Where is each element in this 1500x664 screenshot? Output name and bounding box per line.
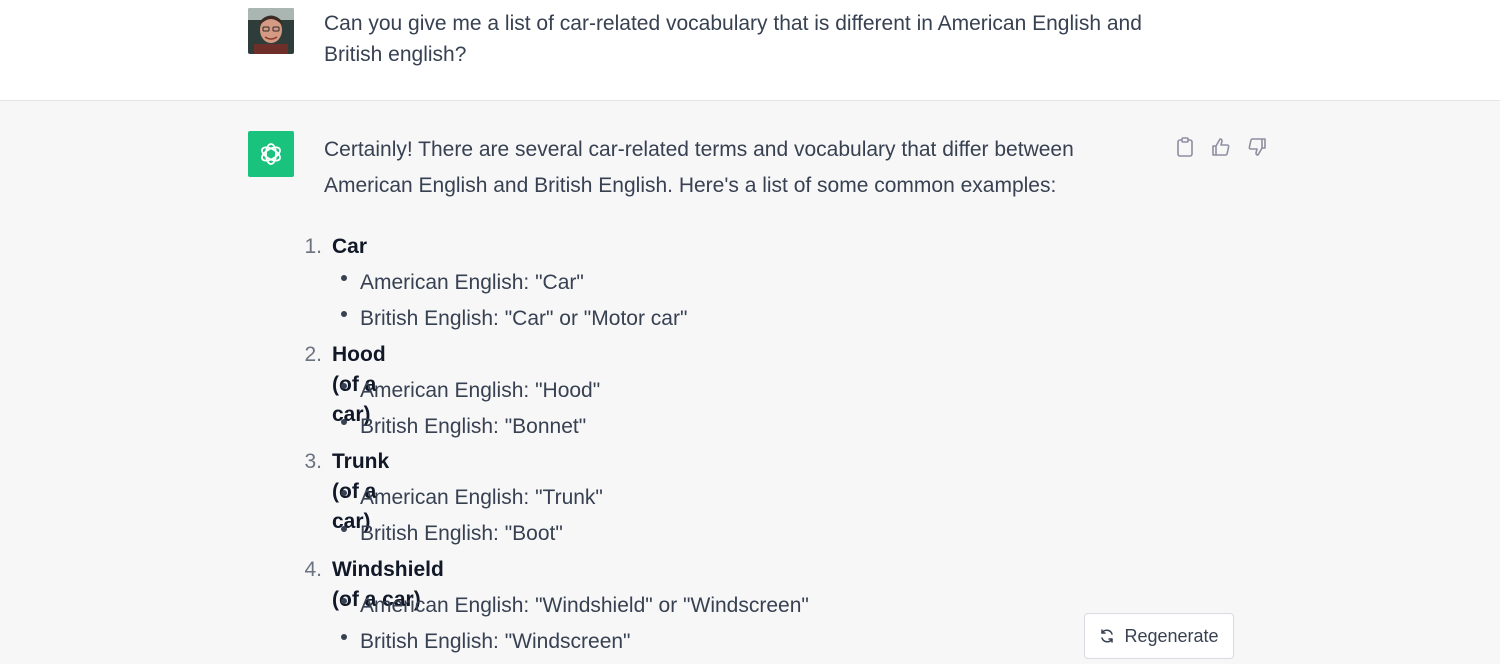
- list-item-british: British English: "Boot": [360, 522, 563, 545]
- list-item-term: Car: [332, 235, 368, 258]
- list-item-british: British English: "Car" or "Motor car": [360, 307, 688, 330]
- user-avatar: [248, 8, 294, 54]
- list-item-number: 4.: [304, 558, 322, 581]
- list-item-american: American English: "Windshield" or "Winds…: [360, 594, 809, 617]
- bullet-icon: [341, 526, 347, 532]
- bullet-icon: [341, 383, 347, 389]
- thumbs-up-icon: [1212, 138, 1230, 156]
- list-item-american: American English: "Trunk": [360, 486, 603, 509]
- user-message-text: Can you give me a list of car-related vo…: [324, 12, 1142, 66]
- message-actions: [1174, 135, 1268, 159]
- regenerate-label: Regenerate: [1124, 625, 1219, 646]
- list-item-british: British English: "Bonnet": [360, 415, 587, 438]
- user-message: Can you give me a list of car-related vo…: [0, 0, 1500, 101]
- copy-button[interactable]: [1174, 135, 1196, 159]
- bullet-icon: [341, 275, 347, 281]
- user-photo-avatar-icon: [248, 8, 294, 54]
- list-item-american: American English: "Car": [360, 271, 584, 294]
- assistant-avatar: [248, 131, 294, 177]
- list-item-british: British English: "Windscreen": [360, 630, 631, 653]
- assistant-intro-text: Certainly! There are several car-related…: [324, 138, 1074, 197]
- bullet-icon: [341, 634, 347, 640]
- thumbs-up-button[interactable]: [1210, 135, 1232, 159]
- bullet-icon: [341, 490, 347, 496]
- list-item-number: 1.: [304, 235, 322, 258]
- list-item-number: 3.: [304, 450, 322, 473]
- openai-logo-icon: [261, 143, 281, 165]
- thumbs-down-icon: [1248, 138, 1266, 156]
- list-item-american: American English: "Hood": [360, 379, 601, 402]
- bullet-icon: [341, 419, 347, 425]
- bullet-icon: [341, 311, 347, 317]
- refresh-icon: [1101, 629, 1114, 643]
- thumbs-down-button[interactable]: [1246, 135, 1268, 159]
- list-item-number: 2.: [304, 343, 322, 366]
- regenerate-button[interactable]: Regenerate: [1084, 613, 1234, 659]
- clipboard-icon: [1177, 137, 1193, 157]
- assistant-message: Certainly! There are several car-related…: [0, 101, 1500, 664]
- bullet-icon: [341, 598, 347, 604]
